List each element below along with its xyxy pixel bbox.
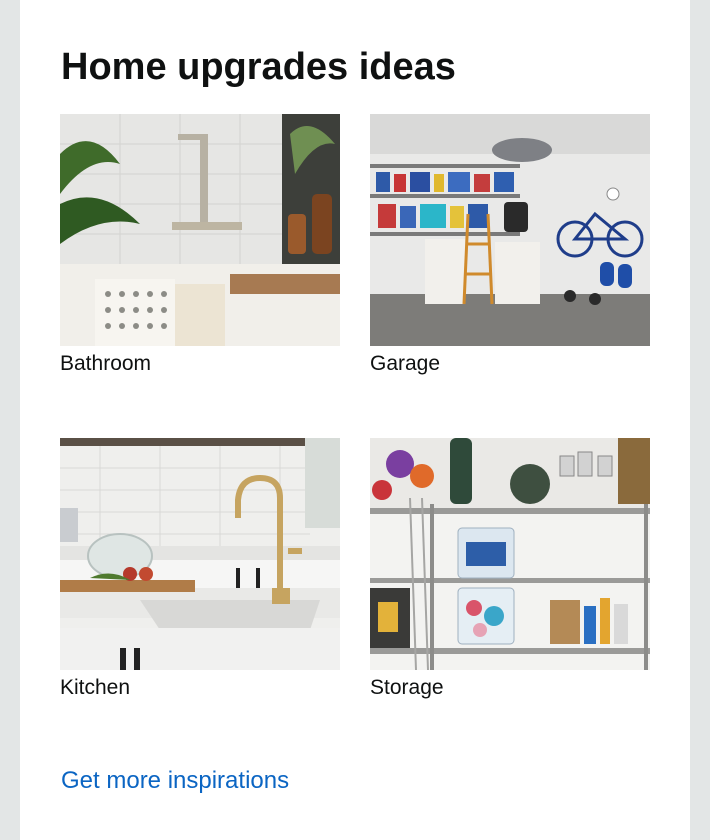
tile-label-garage[interactable]: Garage	[370, 350, 650, 378]
card-title: Home upgrades ideas	[61, 46, 456, 88]
garage-image[interactable]	[370, 114, 650, 346]
tile-label-kitchen[interactable]: Kitchen	[60, 674, 340, 702]
get-more-inspirations-link[interactable]: Get more inspirations	[61, 764, 289, 798]
tile-label-bathroom[interactable]: Bathroom	[60, 350, 340, 378]
tile-garage[interactable]: Garage	[370, 114, 650, 378]
bathroom-image[interactable]	[60, 114, 340, 346]
storage-image[interactable]	[370, 438, 650, 670]
tile-label-storage[interactable]: Storage	[370, 674, 650, 702]
kitchen-image[interactable]	[60, 438, 340, 670]
home-upgrades-card: Home upgrades ideas Bathroom Garage Kitc…	[20, 0, 690, 840]
tile-kitchen[interactable]: Kitchen	[60, 438, 340, 702]
tile-storage[interactable]: Storage	[370, 438, 650, 702]
tile-bathroom[interactable]: Bathroom	[60, 114, 340, 378]
